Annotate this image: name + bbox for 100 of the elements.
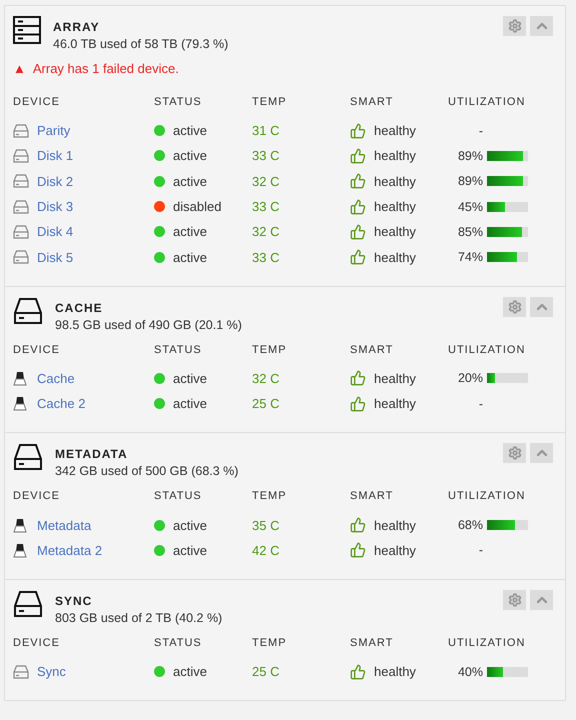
gear-icon [508, 592, 522, 607]
temperature-text: 32 C [252, 174, 280, 189]
device-link[interactable]: Disk 3 [37, 199, 74, 214]
utilization-text: 45% [456, 200, 483, 214]
collapse-button[interactable] [530, 443, 553, 464]
collapse-button[interactable] [530, 590, 553, 610]
status-text: active [173, 123, 207, 138]
status-text: active [173, 542, 207, 558]
device-link[interactable]: Metadata 2 [37, 542, 102, 558]
status-text: active [173, 396, 207, 412]
column-header: UTILIZATION [448, 342, 526, 358]
column-header: TEMP [252, 342, 288, 358]
gear-icon [508, 446, 522, 460]
column-header: TEMP [252, 636, 288, 651]
device-link[interactable]: Disk 1 [37, 148, 74, 164]
ssd-icon [13, 518, 27, 533]
temperature-text: 35 C [252, 518, 280, 533]
thumbs-up-icon [350, 148, 366, 164]
column-header: TEMP [252, 489, 288, 504]
settings-button[interactable] [503, 443, 526, 464]
utilization-text: 68% [456, 518, 483, 532]
settings-button[interactable] [503, 296, 526, 317]
utilization-text: - [478, 543, 483, 558]
temperature-text: 32 C [252, 224, 280, 240]
utilization-text: 40% [456, 664, 483, 679]
thumbs-up-icon [350, 517, 366, 534]
column-header: SMART [350, 342, 394, 358]
device-link[interactable]: Disk 4 [37, 224, 74, 240]
temperature-text: 25 C [252, 396, 280, 412]
smart-text: healthy [374, 518, 416, 533]
utilization-text: 74% [456, 250, 483, 264]
thumbs-up-icon [350, 198, 366, 215]
section-title: METADATA [55, 447, 129, 462]
device-link[interactable]: Cache [37, 370, 75, 386]
device-link[interactable]: Cache 2 [37, 396, 86, 412]
column-header: STATUS [154, 636, 203, 651]
device-link[interactable]: Parity [37, 123, 70, 138]
settings-button[interactable] [503, 590, 526, 610]
status-text: active [173, 250, 207, 265]
temperature-text: 25 C [252, 664, 280, 680]
collapse-button[interactable] [530, 16, 553, 36]
section-title: SYNC [55, 594, 94, 608]
thumbs-up-icon [350, 542, 366, 558]
temperature-text: 33 C [252, 199, 280, 214]
column-header: STATUS [154, 489, 203, 504]
device-link[interactable]: Metadata [37, 518, 92, 533]
thumbs-up-icon [350, 664, 366, 680]
column-header: STATUS [154, 342, 203, 358]
settings-button[interactable] [503, 16, 526, 36]
utilization-text: 89% [456, 148, 483, 163]
drive-icon [13, 200, 29, 214]
smart-text: healthy [374, 224, 416, 240]
column-header: DEVICE [13, 95, 61, 110]
status-text: active [173, 518, 207, 533]
column-header: UTILIZATION [448, 489, 526, 504]
temperature-text: 33 C [252, 250, 280, 265]
drive-icon [13, 590, 43, 618]
smart-text: healthy [374, 174, 416, 189]
status-text: active [173, 174, 207, 189]
usage-text: 342 GB used of 500 GB (68.3 %) [55, 464, 240, 478]
device-link[interactable]: Sync [37, 664, 66, 680]
section-title: ARRAY [53, 20, 101, 34]
status-text: active [173, 664, 207, 680]
section-title: CACHE [55, 300, 104, 315]
status-text: active [173, 148, 207, 164]
ssd-icon [13, 370, 27, 386]
column-header: TEMP [252, 95, 288, 110]
column-header: DEVICE [13, 489, 61, 504]
thumbs-up-icon [350, 370, 366, 386]
temperature-text: 42 C [252, 542, 280, 558]
smart-text: healthy [374, 542, 416, 558]
column-header: SMART [350, 95, 394, 110]
drive-icon [13, 224, 29, 239]
collapse-button[interactable] [530, 296, 553, 317]
utilization-text: - [478, 396, 483, 411]
usage-text: 46.0 TB used of 58 TB (79.3 %) [53, 37, 230, 51]
drive-icon [13, 250, 29, 264]
column-header: SMART [350, 636, 394, 651]
alert-text: Array has 1 failed device. [32, 61, 179, 76]
smart-text: healthy [374, 664, 416, 680]
utilization-text: 85% [456, 224, 483, 239]
status-text: disabled [173, 199, 222, 214]
temperature-text: 32 C [252, 370, 280, 386]
column-header: DEVICE [13, 342, 61, 358]
thumbs-up-icon [350, 249, 366, 266]
gear-icon [508, 300, 522, 314]
utilization-text: - [478, 124, 483, 138]
column-header: DEVICE [13, 636, 61, 651]
warning-icon: ▲ [13, 61, 26, 76]
usage-text: 803 GB used of 2 TB (40.2 %) [55, 610, 224, 625]
temperature-text: 31 C [252, 123, 280, 138]
temperature-text: 33 C [252, 148, 280, 164]
device-link[interactable]: Disk 5 [37, 250, 74, 265]
smart-text: healthy [374, 148, 416, 164]
drive-icon [13, 296, 43, 325]
device-link[interactable]: Disk 2 [37, 174, 74, 189]
thumbs-up-icon [350, 224, 366, 240]
drive-icon [13, 664, 29, 679]
status-text: active [173, 370, 207, 386]
column-header: STATUS [154, 95, 203, 110]
